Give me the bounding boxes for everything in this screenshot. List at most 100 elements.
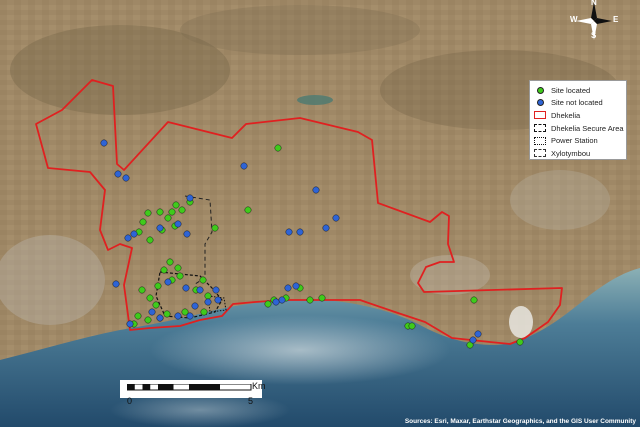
site-located-marker[interactable] [156, 208, 164, 216]
dashdot-outline-icon [534, 136, 546, 145]
site-located-marker[interactable] [144, 316, 152, 324]
site-located-marker[interactable] [306, 296, 314, 304]
site-located-marker[interactable] [174, 264, 182, 272]
urban-area [510, 170, 610, 230]
compass-s-label: S [591, 31, 597, 40]
compass-e-label: E [613, 15, 619, 24]
site-located-marker[interactable] [200, 308, 208, 316]
site-located-marker[interactable] [178, 206, 186, 214]
site-not-located-marker[interactable] [100, 139, 108, 147]
site-located-marker[interactable] [163, 310, 171, 318]
site-not-located-marker[interactable] [214, 296, 222, 304]
legend-item-xylotymbou: Xylotymbou [533, 147, 623, 160]
map-legend: Site located Site not located Dhekelia D… [529, 80, 627, 160]
site-located-marker[interactable] [172, 201, 180, 209]
site-located-marker[interactable] [516, 338, 524, 346]
site-not-located-marker[interactable] [183, 230, 191, 238]
site-located-marker[interactable] [146, 236, 154, 244]
site-not-located-marker[interactable] [156, 314, 164, 322]
site-not-located-marker[interactable] [182, 284, 190, 292]
scale-ruler-icon [127, 384, 252, 391]
site-located-marker[interactable] [176, 272, 184, 280]
site-not-located-marker[interactable] [284, 284, 292, 292]
legend-label: Dhekelia [551, 110, 581, 120]
site-located-marker[interactable] [154, 282, 162, 290]
site-located-marker[interactable] [134, 312, 142, 320]
site-located-marker[interactable] [138, 286, 146, 294]
site-not-located-marker[interactable] [114, 170, 122, 178]
site-not-located-marker[interactable] [148, 308, 156, 316]
site-located-marker[interactable] [211, 224, 219, 232]
site-not-located-marker[interactable] [164, 278, 172, 286]
compass: N W E S [566, 0, 622, 42]
site-not-located-marker[interactable] [296, 228, 304, 236]
site-not-located-marker[interactable] [174, 312, 182, 320]
site-located-marker[interactable] [274, 144, 282, 152]
satellite-map[interactable] [0, 0, 640, 427]
site-not-located-marker[interactable] [174, 220, 182, 228]
legend-item-site-located: Site located [533, 84, 623, 97]
site-located-marker[interactable] [152, 301, 160, 309]
site-not-located-marker[interactable] [112, 280, 120, 288]
legend-label: Dhekelia Secure Area [551, 123, 624, 133]
site-not-located-marker[interactable] [191, 302, 199, 310]
site-not-located-marker[interactable] [186, 194, 194, 202]
longdash-outline-icon [534, 149, 546, 158]
site-not-located-marker[interactable] [240, 162, 248, 170]
legend-label: Power Station [551, 136, 598, 146]
red-outline-icon [534, 111, 546, 120]
site-not-located-marker[interactable] [156, 224, 164, 232]
compass-w-label: W [570, 15, 578, 24]
site-not-located-marker[interactable] [196, 286, 204, 294]
site-not-located-marker[interactable] [285, 228, 293, 236]
scale-end-label: 5 [248, 396, 254, 406]
site-not-located-marker[interactable] [204, 298, 212, 306]
site-located-marker[interactable] [199, 276, 207, 284]
dark-field-patch [180, 5, 420, 55]
scale-unit: Km [252, 381, 266, 391]
lake [297, 95, 333, 105]
site-not-located-marker[interactable] [126, 320, 134, 328]
site-located-marker[interactable] [139, 218, 147, 226]
site-located-marker[interactable] [204, 292, 212, 300]
site-not-located-marker[interactable] [312, 186, 320, 194]
site-located-marker[interactable] [470, 296, 478, 304]
site-located-marker[interactable] [318, 294, 326, 302]
legend-label: Site located [551, 85, 591, 95]
site-not-located-marker[interactable] [322, 224, 330, 232]
map-attribution: Sources: Esri, Maxar, Earthstar Geograph… [404, 418, 636, 425]
site-not-located-marker[interactable] [186, 312, 194, 320]
site-located-marker[interactable] [244, 206, 252, 214]
site-not-located-marker[interactable] [130, 230, 138, 238]
site-not-located-marker[interactable] [474, 330, 482, 338]
legend-item-power-station: Power Station [533, 134, 623, 147]
site-not-located-marker[interactable] [292, 282, 300, 290]
compass-n-label: N [591, 0, 597, 7]
site-located-marker[interactable] [164, 214, 172, 222]
site-not-located-marker[interactable] [332, 214, 340, 222]
site-located-marker[interactable] [264, 300, 272, 308]
site-located-marker[interactable] [146, 294, 154, 302]
site-not-located-marker[interactable] [122, 174, 130, 182]
legend-label: Xylotymbou [551, 148, 591, 158]
site-located-marker[interactable] [168, 208, 176, 216]
scale-start-label: 0 [127, 396, 133, 406]
urban-area [0, 235, 105, 325]
site-not-located-marker[interactable] [212, 286, 220, 294]
site-not-located-marker[interactable] [272, 298, 280, 306]
legend-item-site-not-located: Site not located [533, 97, 623, 110]
site-located-marker[interactable] [160, 266, 168, 274]
legend-label: Site not located [551, 98, 603, 108]
scale-bar: Km 0 5 [120, 380, 280, 410]
blue-dot-icon [536, 99, 544, 107]
site-located-marker[interactable] [144, 209, 152, 217]
site-located-marker[interactable] [166, 258, 174, 266]
site-not-located-marker[interactable] [278, 296, 286, 304]
site-not-located-marker[interactable] [469, 336, 477, 344]
site-located-marker[interactable] [408, 322, 416, 330]
dashed-outline-icon [534, 124, 546, 133]
legend-item-dhekelia: Dhekelia [533, 109, 623, 122]
green-dot-icon [536, 86, 544, 94]
legend-item-secure-area: Dhekelia Secure Area [533, 122, 624, 135]
site-not-located-marker[interactable] [124, 234, 132, 242]
